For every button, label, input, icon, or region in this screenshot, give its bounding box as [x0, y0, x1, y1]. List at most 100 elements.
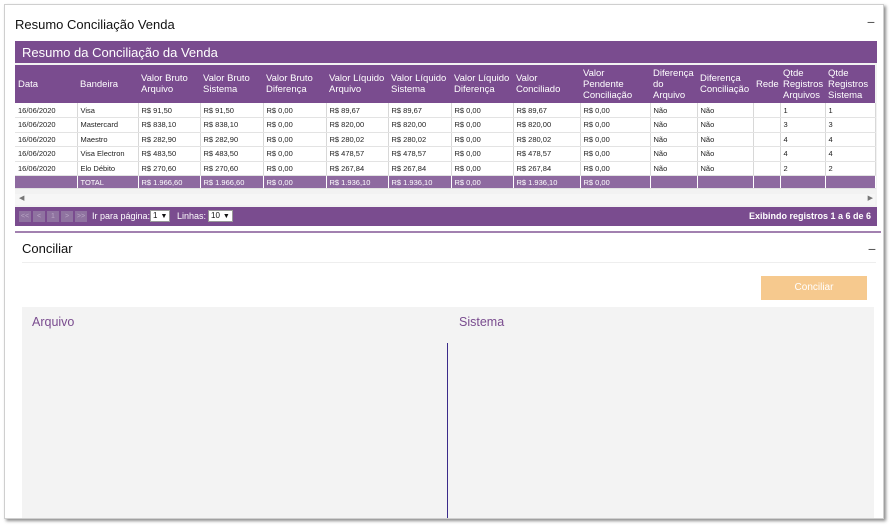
- main-window: Resumo Conciliação Venda − Resumo da Con…: [4, 4, 884, 519]
- scroll-right-icon[interactable]: ▶: [868, 194, 873, 202]
- table-cell: R$ 838,10: [200, 117, 264, 133]
- table-cell: R$ 483,50: [138, 146, 201, 162]
- table-cell: R$ 0,00: [451, 146, 514, 162]
- table-cell: R$ 0,00: [263, 132, 327, 147]
- table-cell: R$ 270,60: [138, 161, 201, 176]
- table-row[interactable]: 16/06/2020 Mastercard R$ 838,10 R$ 838,10 R$…: [15, 117, 876, 133]
- table-cell: 2: [780, 161, 826, 176]
- compare-area: Arquivo Sistema: [22, 307, 874, 518]
- table-cell: R$ 483,50: [200, 146, 264, 162]
- scroll-left-icon[interactable]: ◀: [19, 194, 24, 202]
- table-row[interactable]: 16/06/2020 Visa Electron R$ 483,50 R$ 483,5…: [15, 146, 876, 162]
- table-cell: R$ 267,84: [326, 161, 389, 176]
- table-header-row: Data Bandeira Valor Bruto Arquivo Valor Bru…: [15, 65, 875, 103]
- column-header[interactable]: Data: [15, 65, 77, 103]
- last-page-button[interactable]: >>: [75, 211, 87, 222]
- column-header[interactable]: Valor Líquido Arquivo: [326, 65, 388, 103]
- table-cell: 4: [825, 132, 876, 147]
- total-cell: R$ 1.936,10: [388, 175, 452, 189]
- total-cell: R$ 0,00: [263, 175, 327, 189]
- table-cell: Não: [697, 117, 754, 133]
- column-header[interactable]: Valor Bruto Sistema: [200, 65, 263, 103]
- table-cell: Elo Débito: [77, 161, 139, 176]
- table-cell: 4: [780, 132, 826, 147]
- collapse-conciliar-button[interactable]: −: [868, 241, 876, 257]
- table-cell: R$ 0,00: [263, 146, 327, 162]
- table-row[interactable]: 16/06/2020 Elo Débito R$ 270,60 R$ 270,60 R$…: [15, 161, 876, 176]
- conciliar-button[interactable]: Conciliar: [761, 276, 867, 300]
- table-cell: R$ 267,84: [513, 161, 581, 176]
- table-cell: Mastercard: [77, 117, 139, 133]
- total-cell: R$ 1.966,60: [138, 175, 201, 189]
- column-header[interactable]: Rede: [753, 65, 780, 103]
- table-cell: Não: [650, 146, 698, 162]
- table-cell: R$ 270,60: [200, 161, 264, 176]
- table-cell: R$ 0,00: [580, 132, 651, 147]
- table-cell: Não: [697, 103, 754, 118]
- table-cell: [753, 146, 781, 162]
- goto-page-label: Ir para página:: [92, 211, 151, 221]
- table-cell: R$ 0,00: [451, 103, 514, 118]
- total-cell: TOTAL: [77, 175, 139, 189]
- table-cell: R$ 0,00: [580, 161, 651, 176]
- table-row[interactable]: 16/06/2020 Visa R$ 91,50 R$ 91,50 R$ 0,00 R$ …: [15, 103, 876, 118]
- column-header[interactable]: Valor Pendente Conciliação: [580, 65, 650, 103]
- table-cell: 4: [780, 146, 826, 162]
- table-cell: 16/06/2020: [15, 103, 78, 118]
- table-cell: Não: [697, 161, 754, 176]
- column-header[interactable]: Valor Bruto Diferença: [263, 65, 326, 103]
- total-cell: [15, 175, 78, 189]
- table-cell: R$ 282,90: [138, 132, 201, 147]
- column-header[interactable]: Valor Bruto Arquivo: [138, 65, 200, 103]
- table-cell: R$ 838,10: [138, 117, 201, 133]
- table-cell: R$ 478,57: [326, 146, 389, 162]
- conciliar-panel-header: Conciliar −: [22, 237, 876, 263]
- table-cell: Não: [650, 132, 698, 147]
- table-cell: Não: [650, 161, 698, 176]
- table-cell: 16/06/2020: [15, 117, 78, 133]
- total-cell: R$ 0,00: [580, 175, 651, 189]
- next-page-button[interactable]: >: [61, 211, 73, 222]
- table-cell: [753, 161, 781, 176]
- table-cell: R$ 478,57: [513, 146, 581, 162]
- goto-page-select[interactable]: 1 ▼: [150, 210, 171, 222]
- table-cell: R$ 280,02: [388, 132, 452, 147]
- page-number-button[interactable]: 1: [47, 211, 59, 222]
- table-cell: R$ 89,67: [326, 103, 389, 118]
- resumo-table-container: Resumo da Conciliação da Venda Data Bande…: [15, 41, 877, 226]
- prev-page-button[interactable]: <: [33, 211, 45, 222]
- table-cell: 4: [825, 146, 876, 162]
- first-page-button[interactable]: <<: [19, 211, 31, 222]
- table-cell: R$ 0,00: [263, 103, 327, 118]
- column-header[interactable]: Qtde Registros Arquivos: [780, 65, 825, 103]
- column-header[interactable]: Bandeira: [77, 65, 138, 103]
- table-cell: R$ 280,02: [513, 132, 581, 147]
- table-cell: R$ 0,00: [263, 161, 327, 176]
- table-cell: Não: [650, 117, 698, 133]
- table-cell: 2: [825, 161, 876, 176]
- table-cell: R$ 478,57: [388, 146, 452, 162]
- collapse-resumo-button[interactable]: −: [867, 14, 875, 30]
- table-cell: [753, 132, 781, 147]
- column-header[interactable]: Qtde Registros Sistema: [825, 65, 875, 103]
- column-header[interactable]: Valor Conciliado: [513, 65, 580, 103]
- total-cell: R$ 1.936,10: [513, 175, 581, 189]
- column-header[interactable]: Valor Líquido Diferença: [451, 65, 513, 103]
- table-row[interactable]: 16/06/2020 Maestro R$ 282,90 R$ 282,90 R$ 0,…: [15, 132, 876, 147]
- total-cell: [825, 175, 876, 189]
- table-cell: R$ 282,90: [200, 132, 264, 147]
- rows-select[interactable]: 10 ▼: [208, 210, 233, 222]
- chevron-down-icon: ▼: [222, 213, 230, 220]
- arquivo-column-title: Arquivo: [32, 315, 75, 329]
- resumo-panel-header: Resumo Conciliação Venda −: [15, 12, 875, 38]
- table-cell: R$ 0,00: [451, 161, 514, 176]
- total-cell: [697, 175, 754, 189]
- column-header[interactable]: Valor Líquido Sistema: [388, 65, 451, 103]
- column-header[interactable]: Diferença Conciliação: [697, 65, 753, 103]
- table-cell: 16/06/2020: [15, 161, 78, 176]
- table-cell: [753, 103, 781, 118]
- column-header[interactable]: Diferença do Arquivo: [650, 65, 697, 103]
- resumo-table: Data Bandeira Valor Bruto Arquivo Valor Bru…: [15, 65, 876, 189]
- horizontal-scrollbar[interactable]: ◀ ▶: [15, 194, 875, 205]
- chevron-down-icon: ▼: [160, 213, 168, 220]
